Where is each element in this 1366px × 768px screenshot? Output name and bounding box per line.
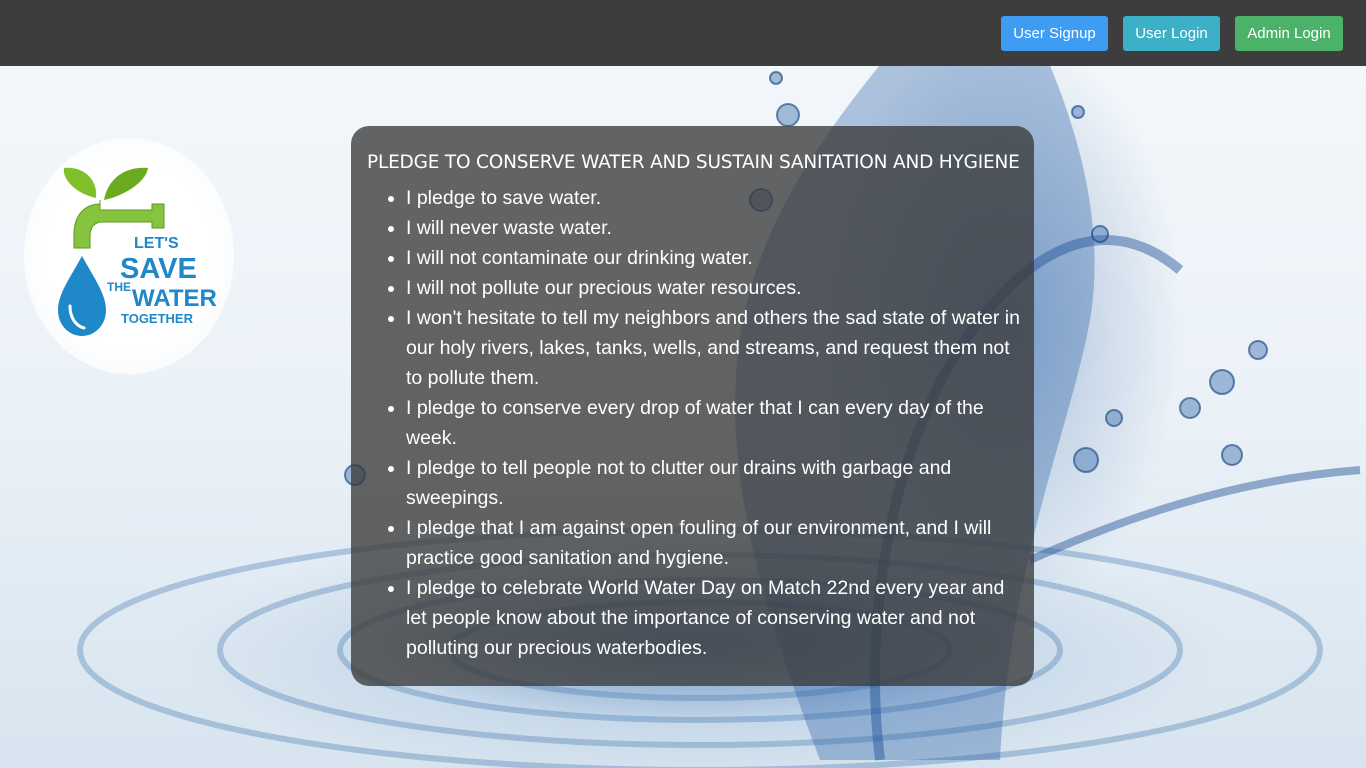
user-login-button[interactable]: User Login — [1123, 16, 1220, 51]
top-navbar: User Signup User Login Admin Login — [0, 0, 1366, 66]
pledge-item: I pledge to tell people not to clutter o… — [406, 453, 1026, 513]
pledge-item: I pledge to celebrate World Water Day on… — [406, 573, 1026, 663]
svg-text:WATER: WATER — [132, 285, 217, 312]
pledge-item: I pledge to conserve every drop of water… — [406, 393, 1026, 453]
pledge-item: I will not contaminate our drinking wate… — [406, 243, 1026, 273]
leaf-icon — [104, 167, 148, 200]
pledge-item: I will not pollute our precious water re… — [406, 273, 1026, 303]
admin-login-button[interactable]: Admin Login — [1235, 16, 1343, 51]
pledge-item: I won't hesitate to tell my neighbors an… — [406, 303, 1026, 393]
pledge-panel: PLEDGE TO CONSERVE WATER AND SUSTAIN SAN… — [351, 126, 1034, 686]
pledge-item: I pledge that I am against open fouling … — [406, 513, 1026, 573]
svg-text:SAVE: SAVE — [120, 253, 197, 285]
pledge-title: PLEDGE TO CONSERVE WATER AND SUSTAIN SAN… — [367, 152, 1020, 173]
pledge-list: I pledge to save water. I will never was… — [406, 183, 1026, 663]
leaf-icon — [63, 167, 97, 198]
svg-text:TOGETHER: TOGETHER — [121, 311, 194, 326]
svg-text:LET'S: LET'S — [134, 235, 179, 252]
water-drop-icon — [58, 256, 106, 336]
pledge-item: I will never waste water. — [406, 213, 1026, 243]
save-water-logo: LET'S SAVE THE WATER TOGETHER — [24, 138, 234, 374]
user-signup-button[interactable]: User Signup — [1001, 16, 1108, 51]
pledge-item: I pledge to save water. — [406, 183, 1026, 213]
svg-text:THE: THE — [107, 280, 131, 294]
